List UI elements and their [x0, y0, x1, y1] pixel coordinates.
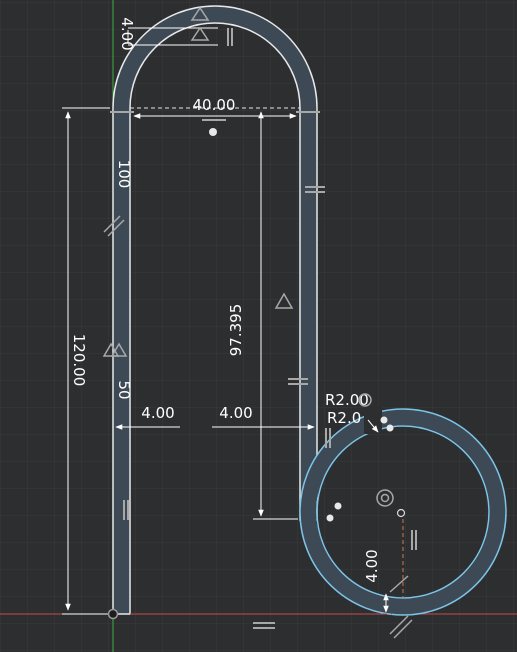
dim-left-wall-label: 4.00 [141, 404, 174, 422]
dim-arch-width-label: 40.00 [193, 96, 236, 114]
ring-gap-point-a[interactable] [380, 416, 388, 424]
ring-center-point[interactable] [396, 508, 406, 518]
dim-ring-thickness-label: 4.00 [363, 549, 381, 582]
ring-point-b[interactable] [326, 514, 334, 522]
dim-left-mid-label: 50 [115, 380, 133, 399]
ring-gap-point-b[interactable] [386, 424, 394, 432]
dim-overall-height-label: 120.00 [70, 334, 88, 387]
ring-gap-mask [364, 406, 382, 434]
dim-top-thickness-label: 4.00 [118, 17, 136, 50]
dim-radius-outer-label: R2.00 [325, 391, 369, 409]
origin-point[interactable] [107, 608, 119, 620]
ring-point-a[interactable] [334, 502, 342, 510]
sketch-grid [0, 0, 517, 652]
arch-center-point[interactable] [209, 128, 217, 136]
dim-radius-inner-label: R2.0 [327, 409, 361, 427]
dim-right-height-label: 97.395 [227, 304, 245, 357]
sketch-canvas[interactable]: 120.00 40.00 4.00 100 50 97.395 4.00 4.0… [0, 0, 517, 652]
dim-right-wall-label: 4.00 [219, 404, 252, 422]
dim-left-height-label: 100 [115, 160, 133, 189]
